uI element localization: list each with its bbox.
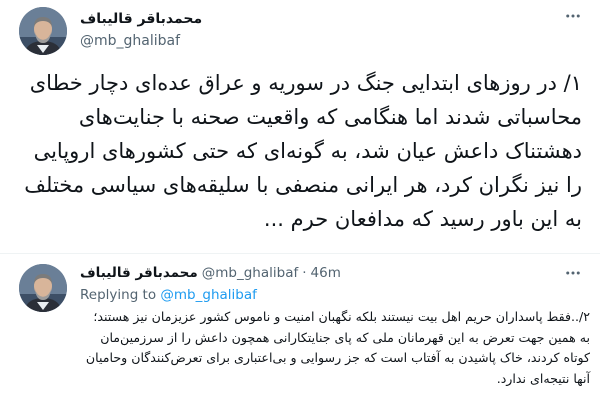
avatar-portrait-icon xyxy=(19,7,67,55)
more-horizontal-icon xyxy=(566,14,580,18)
reply-timestamp[interactable]: 46m xyxy=(311,265,341,281)
reply-author-handle[interactable]: @mb_ghalibaf xyxy=(202,265,298,281)
author-avatar[interactable] xyxy=(19,7,67,55)
reply-header: محمدباقر قالیباف @mb_ghalibaf · 46m xyxy=(80,263,341,283)
more-options-button[interactable] xyxy=(563,6,583,26)
replying-to-line: Replying to @mb_ghalibaf xyxy=(80,287,257,303)
reply-author-avatar[interactable] xyxy=(19,264,67,312)
reply-tweet-text: ۲/..فقط پاسداران حریم اهل بیت نیستند بلک… xyxy=(85,309,590,386)
avatar-portrait-icon xyxy=(19,264,67,312)
separator-dot: · xyxy=(302,265,307,281)
reply-more-options-button[interactable] xyxy=(563,263,583,283)
more-horizontal-icon xyxy=(566,271,580,275)
tweet-text: ۱/ در روزهای ابتدایی جنگ در سوریه و عراق… xyxy=(24,71,582,231)
replying-to-mention[interactable]: @mb_ghalibaf xyxy=(160,287,256,303)
reply-tweet[interactable]: محمدباقر قالیباف @mb_ghalibaf · 46m Repl… xyxy=(0,254,600,410)
reply-author-name[interactable]: محمدباقر قالیباف xyxy=(80,265,198,281)
author-handle[interactable]: @mb_ghalibaf xyxy=(80,33,180,49)
replying-to-label: Replying to xyxy=(80,287,157,303)
author-name[interactable]: محمدباقر قالیباف xyxy=(80,11,202,27)
main-tweet: محمدباقر قالیباف @mb_ghalibaf ۱/ در روزه… xyxy=(0,0,600,253)
